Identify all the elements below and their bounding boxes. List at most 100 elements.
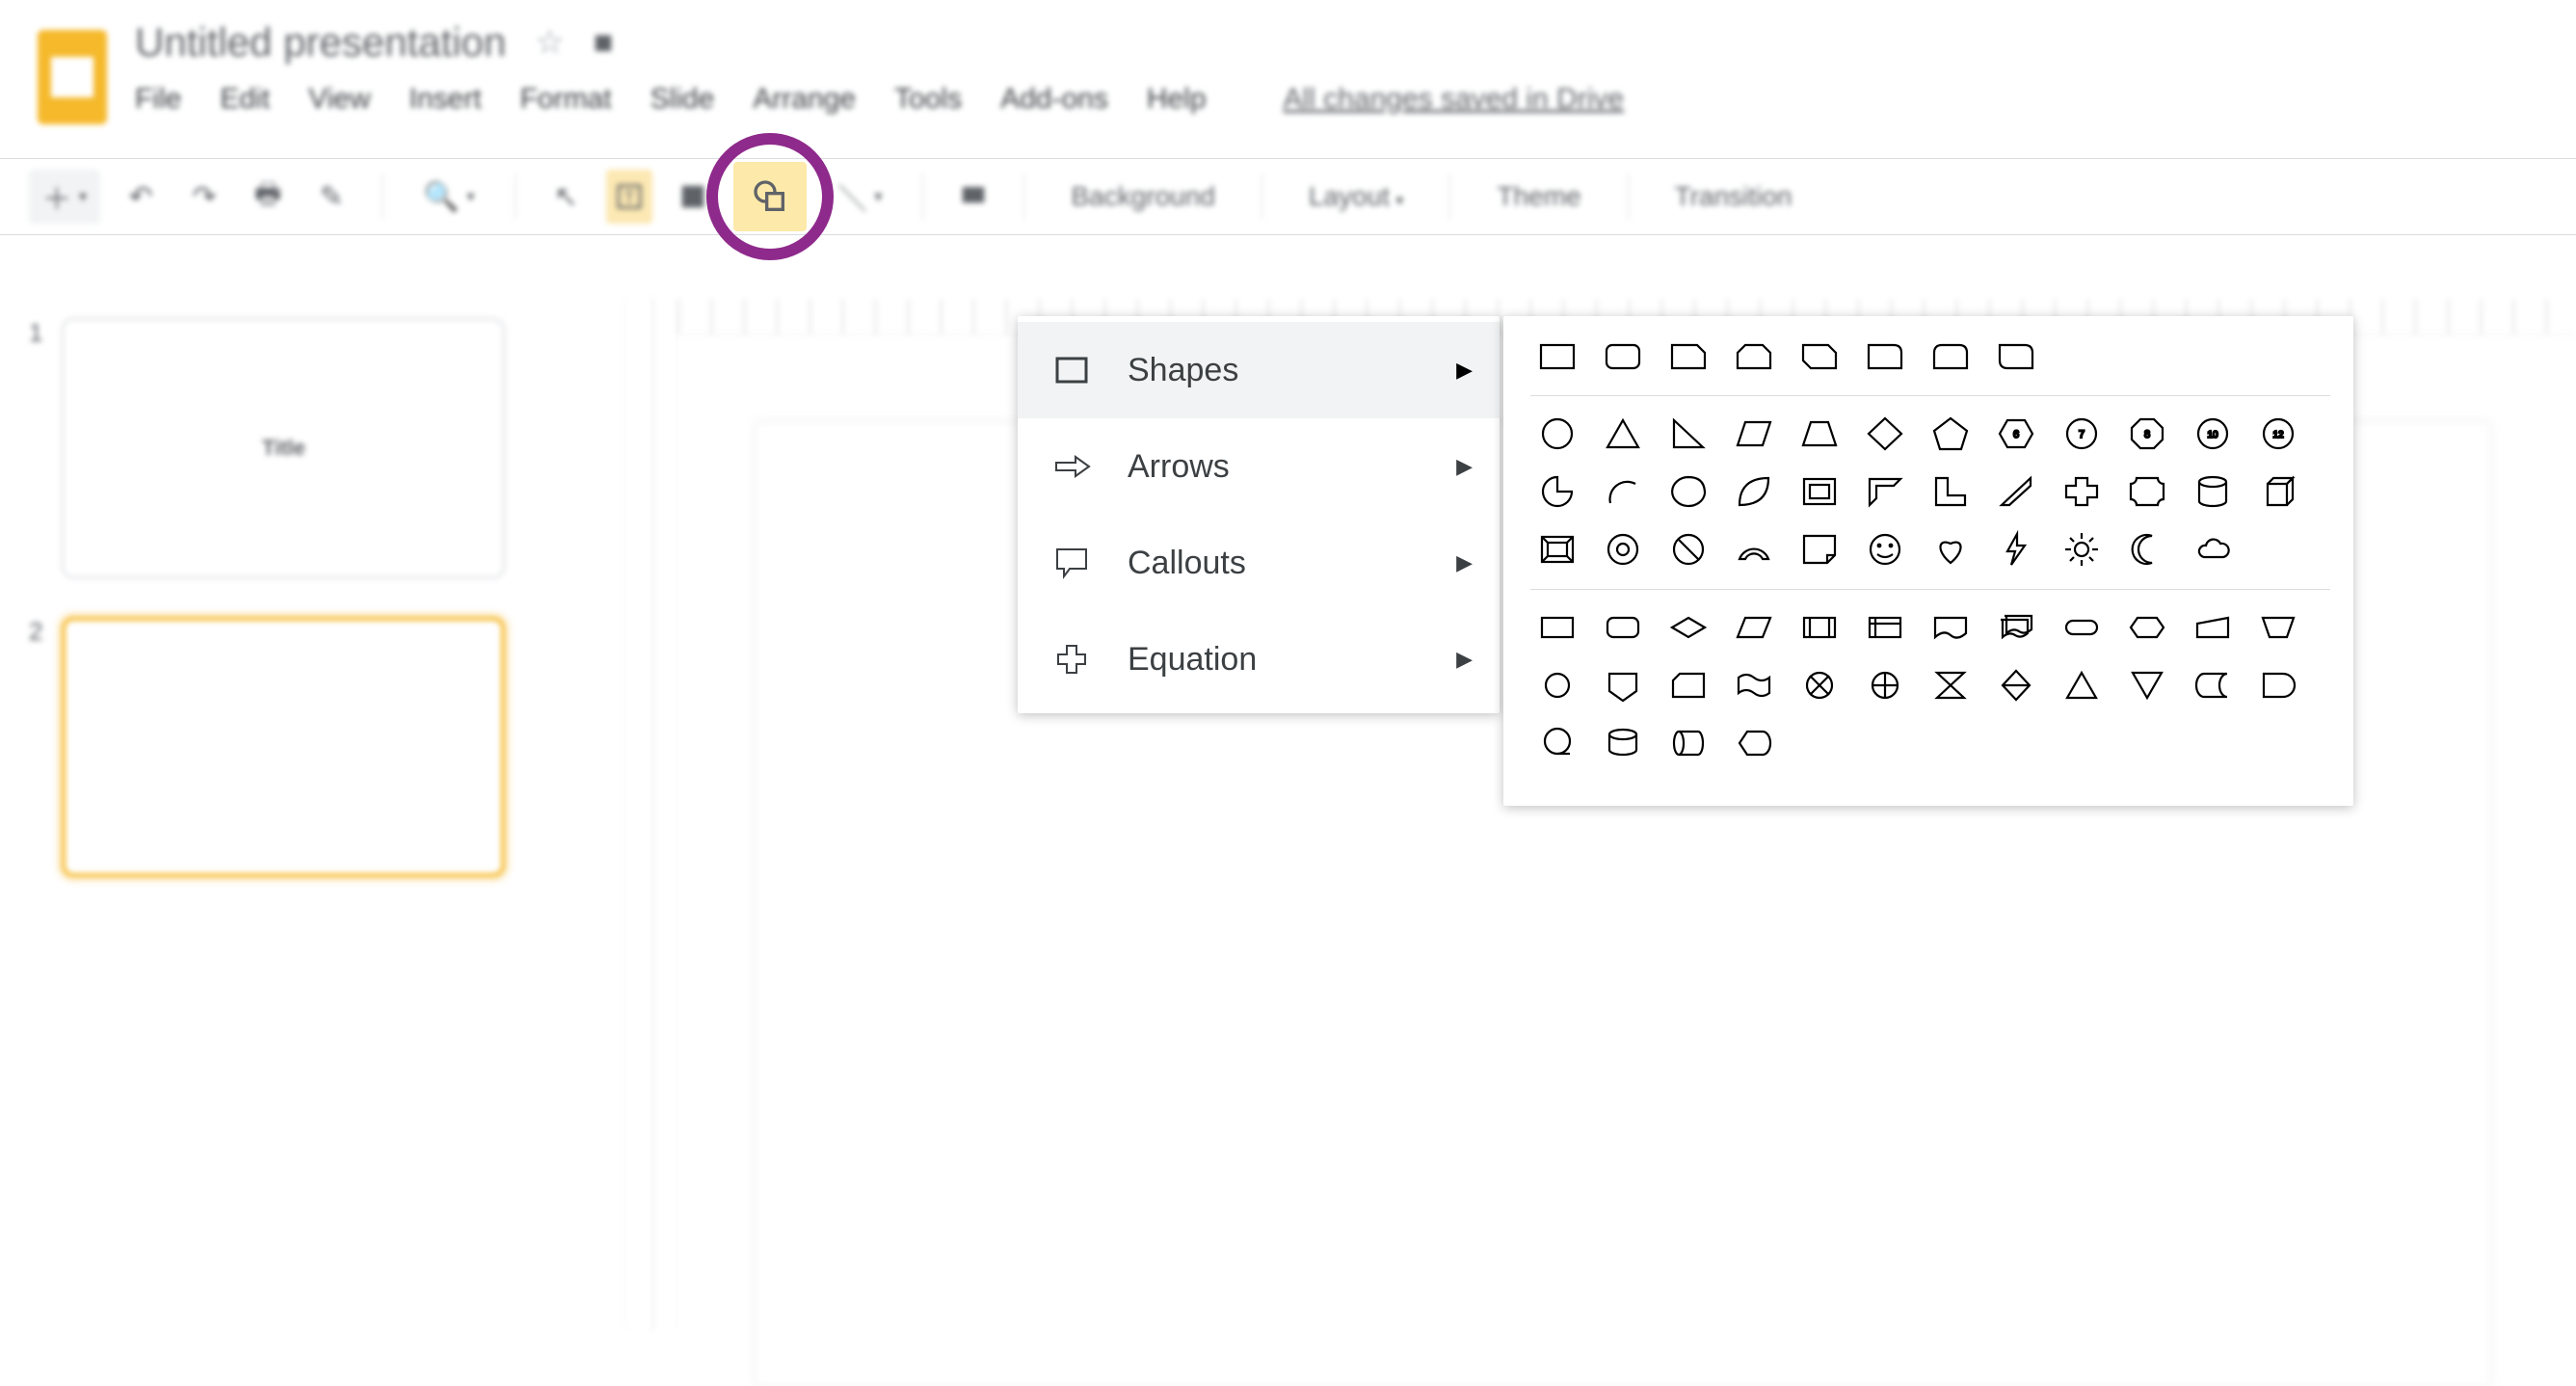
shape-leaf[interactable] xyxy=(1727,469,1781,514)
shape-pie[interactable] xyxy=(1530,469,1584,514)
menu-arrange[interactable]: Arrange xyxy=(753,83,856,116)
shape-trapezoid[interactable] xyxy=(1793,412,1846,456)
document-title[interactable]: Untitled presentation xyxy=(135,19,506,66)
shape-arc[interactable] xyxy=(1596,469,1650,514)
transition-button[interactable]: Transition xyxy=(1656,181,1812,212)
shape-round-diagonal[interactable] xyxy=(1989,333,2043,378)
shape-triangle[interactable] xyxy=(1596,412,1650,456)
shape-right-triangle[interactable] xyxy=(1661,412,1715,456)
shape-can[interactable] xyxy=(2186,469,2240,514)
shape-menu-item-arrows[interactable]: Arrows ▶ xyxy=(1018,418,1500,515)
shape-moon[interactable] xyxy=(2120,527,2174,572)
shape-flow-alt-process[interactable] xyxy=(1596,605,1650,650)
shape-folded-corner[interactable] xyxy=(1793,527,1846,572)
shape-round-single[interactable] xyxy=(1858,333,1912,378)
shape-flow-summing[interactable] xyxy=(1793,663,1846,707)
print-button[interactable]: 🖶 xyxy=(245,170,291,224)
menu-format[interactable]: Format xyxy=(520,83,612,116)
redo-button[interactable]: ↷ xyxy=(181,170,227,224)
shape-hexagon[interactable]: 6 xyxy=(1989,412,2043,456)
shape-frame[interactable] xyxy=(1793,469,1846,514)
paint-format-button[interactable]: ✎ xyxy=(308,170,355,224)
menu-edit[interactable]: Edit xyxy=(220,83,270,116)
shape-donut[interactable] xyxy=(1596,527,1650,572)
shape-flow-internal-storage[interactable] xyxy=(1858,605,1912,650)
shape-plaque[interactable] xyxy=(2120,469,2174,514)
shape-diamond[interactable] xyxy=(1858,412,1912,456)
shape-round-same-side[interactable] xyxy=(1924,333,1978,378)
star-icon[interactable]: ☆ xyxy=(535,23,564,62)
menu-view[interactable]: View xyxy=(308,83,370,116)
shape-flow-display[interactable] xyxy=(1727,721,1781,765)
shape-cloud[interactable] xyxy=(2186,527,2240,572)
menu-file[interactable]: File xyxy=(135,83,181,116)
shape-flow-decision[interactable] xyxy=(1661,605,1715,650)
slide-thumbnail-row[interactable]: 1 Title xyxy=(29,318,597,578)
shape-flow-extract[interactable] xyxy=(2055,663,2109,707)
shape-snip-diagonal[interactable] xyxy=(1793,333,1846,378)
select-tool-button[interactable]: ↖ xyxy=(543,170,589,224)
shape-flow-offpage[interactable] xyxy=(1596,663,1650,707)
slide-thumbnail[interactable]: Title xyxy=(62,318,505,578)
shape-flow-multidocument[interactable] xyxy=(1989,605,2043,650)
menu-tools[interactable]: Tools xyxy=(894,83,962,116)
menu-addons[interactable]: Add-ons xyxy=(1000,83,1108,116)
slide-thumbnail-selected[interactable] xyxy=(62,617,505,877)
shape-flow-process[interactable] xyxy=(1530,605,1584,650)
shape-flow-stored-data[interactable] xyxy=(2186,663,2240,707)
shape-diagonal-stripe[interactable] xyxy=(1989,469,2043,514)
insert-image-button[interactable] xyxy=(670,170,716,224)
shape-pentagon[interactable] xyxy=(1924,412,1978,456)
shape-flow-document[interactable] xyxy=(1924,605,1978,650)
shape-rectangle[interactable] xyxy=(1530,333,1584,378)
shape-flow-direct-access[interactable] xyxy=(1661,721,1715,765)
shape-lightning[interactable] xyxy=(1989,527,2043,572)
insert-line-button[interactable]: ＼▾ xyxy=(824,170,895,224)
shape-flow-manual-input[interactable] xyxy=(2186,605,2240,650)
background-button[interactable]: Background xyxy=(1051,181,1234,212)
shape-no-symbol[interactable] xyxy=(1661,527,1715,572)
shape-snip-same-side[interactable] xyxy=(1727,333,1781,378)
shape-heptagon[interactable]: 7 xyxy=(2055,412,2109,456)
shape-flow-merge[interactable] xyxy=(2120,663,2174,707)
menu-slide[interactable]: Slide xyxy=(651,83,715,116)
shape-decagon[interactable]: 10 xyxy=(2186,412,2240,456)
shape-smiley[interactable] xyxy=(1858,527,1912,572)
slide-thumbnail-row[interactable]: 2 xyxy=(29,617,597,877)
shape-dodecagon[interactable]: 12 xyxy=(2251,412,2305,456)
shape-l-shape[interactable] xyxy=(1924,469,1978,514)
shape-flow-connector[interactable] xyxy=(1530,663,1584,707)
shape-flow-card[interactable] xyxy=(1661,663,1715,707)
shape-flow-delay[interactable] xyxy=(2251,663,2305,707)
shape-parallelogram[interactable] xyxy=(1727,412,1781,456)
shape-rounded-rectangle[interactable] xyxy=(1596,333,1650,378)
shape-flow-manual-op[interactable] xyxy=(2251,605,2305,650)
shape-menu-item-shapes[interactable]: Shapes ▶ xyxy=(1018,322,1500,418)
app-logo[interactable] xyxy=(29,19,116,135)
shape-flow-preparation[interactable] xyxy=(2120,605,2174,650)
shape-flow-sort[interactable] xyxy=(1989,663,2043,707)
theme-button[interactable]: Theme xyxy=(1477,181,1600,212)
shape-block-arc[interactable] xyxy=(1727,527,1781,572)
shape-flow-predefined[interactable] xyxy=(1793,605,1846,650)
shape-flow-magnetic-disk[interactable] xyxy=(1596,721,1650,765)
shape-heart[interactable] xyxy=(1924,527,1978,572)
shape-half-frame[interactable] xyxy=(1858,469,1912,514)
shape-menu-item-callouts[interactable]: Callouts ▶ xyxy=(1018,515,1500,611)
new-slide-button[interactable]: ＋▾ xyxy=(29,170,100,224)
shape-flow-collate[interactable] xyxy=(1924,663,1978,707)
shape-octagon[interactable]: 8 xyxy=(2120,412,2174,456)
layout-button[interactable]: Layout ▾ xyxy=(1289,181,1423,212)
shape-flow-terminator[interactable] xyxy=(2055,605,2109,650)
shape-flow-seq-access[interactable] xyxy=(1530,721,1584,765)
folder-icon[interactable]: ■ xyxy=(594,24,614,62)
shape-cross[interactable] xyxy=(2055,469,2109,514)
text-box-button[interactable]: T xyxy=(606,170,652,224)
insert-comment-button[interactable] xyxy=(950,170,996,224)
shape-snip-single[interactable] xyxy=(1661,333,1715,378)
shape-oval[interactable] xyxy=(1530,412,1584,456)
shape-flow-data[interactable] xyxy=(1727,605,1781,650)
menu-insert[interactable]: Insert xyxy=(410,83,482,116)
insert-shape-button[interactable] xyxy=(733,162,807,231)
menu-help[interactable]: Help xyxy=(1147,83,1207,116)
